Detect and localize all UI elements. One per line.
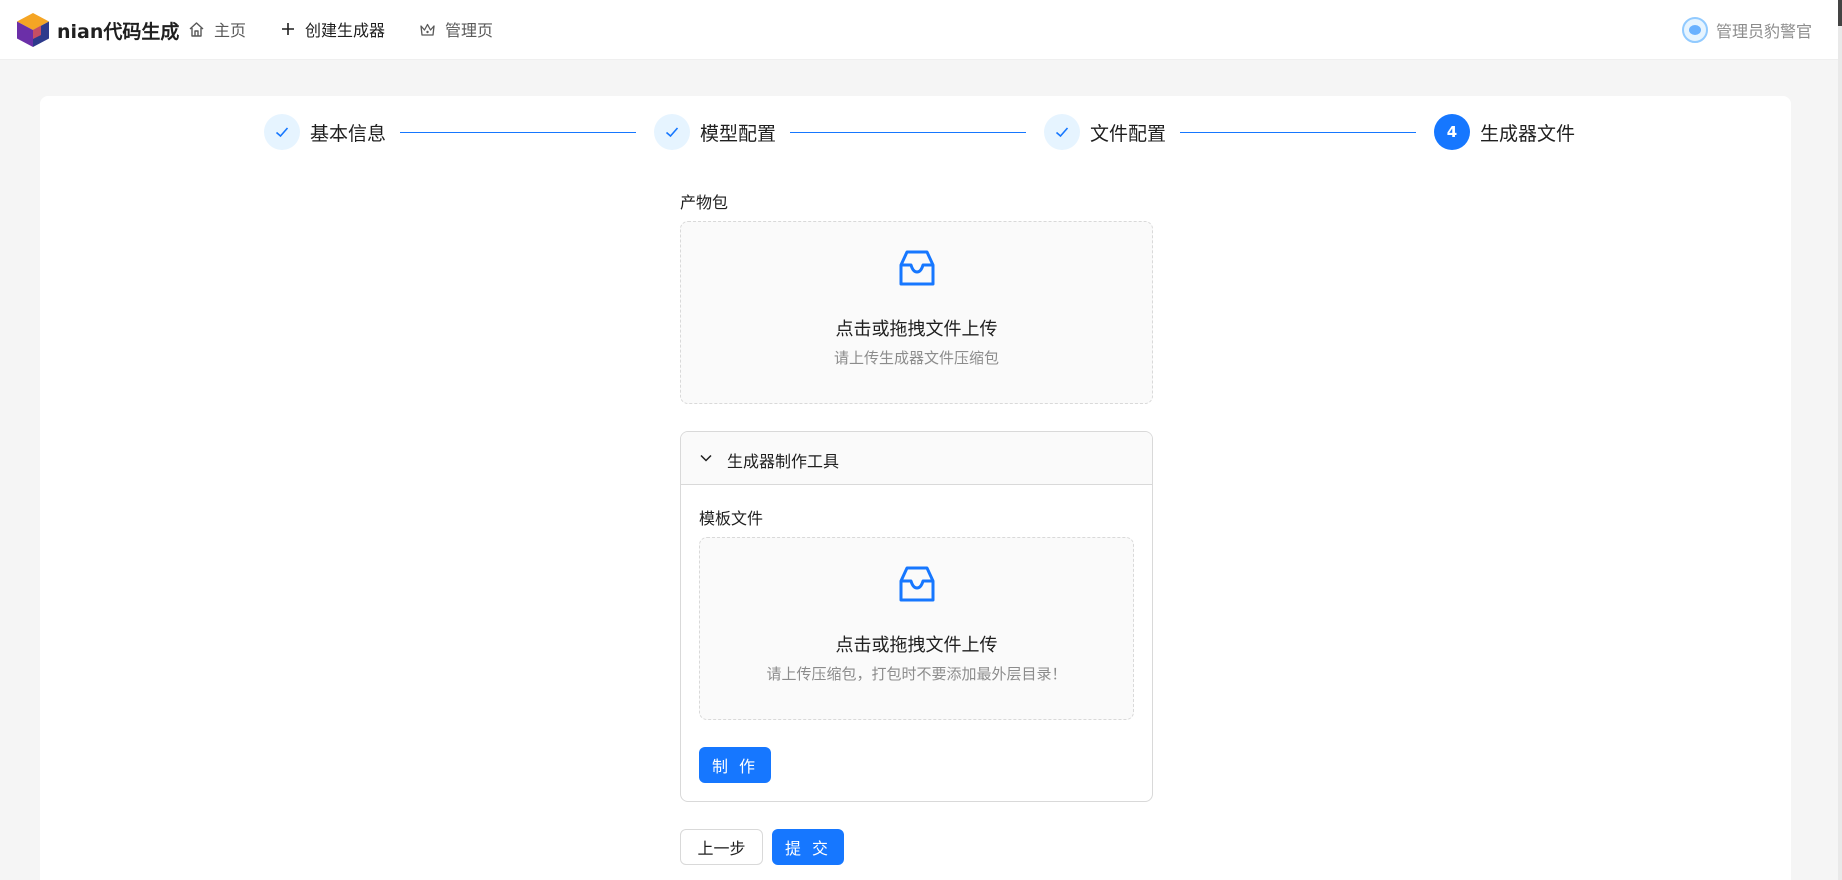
nav-admin[interactable]: 管理页 <box>419 17 493 41</box>
step-generator-file: 4 生成器文件 <box>1434 114 1575 150</box>
plus-icon <box>282 23 294 35</box>
collapse-title: 生成器制作工具 <box>727 452 840 471</box>
upload-text: 点击或拖拽文件上传 <box>835 319 998 340</box>
user-menu[interactable]: 管理员豹警官 <box>1681 17 1812 43</box>
scrollbar-thumb[interactable] <box>1838 0 1842 26</box>
nav-admin-label: 管理页 <box>445 21 494 40</box>
home-icon <box>189 21 204 37</box>
step-label: 文件配置 <box>1090 122 1167 145</box>
dist-label: 产物包 <box>680 193 729 212</box>
logo-icon[interactable] <box>16 12 50 48</box>
step-label: 生成器文件 <box>1480 122 1576 145</box>
step-file-config: 文件配置 <box>1044 114 1166 150</box>
brand-name[interactable]: nian代码生成 <box>57 17 179 44</box>
collapse-header[interactable]: 生成器制作工具 <box>681 432 1152 485</box>
template-upload-dragger[interactable]: 点击或拖拽文件上传 请上传压缩包，打包时不要添加最外层目录！ <box>699 537 1134 720</box>
crown-icon <box>420 23 435 36</box>
check-icon <box>1044 114 1080 150</box>
step-label: 基本信息 <box>310 122 387 145</box>
nav-create-label: 创建生成器 <box>305 21 386 40</box>
chevron-down-icon <box>700 454 712 462</box>
nav-home-label: 主页 <box>214 21 247 40</box>
upload-hint: 请上传生成器文件压缩包 <box>833 349 999 367</box>
step-model-config: 模型配置 <box>654 114 776 150</box>
make-button[interactable]: 制 作 <box>699 747 771 783</box>
step-connector <box>790 132 1026 133</box>
submit-button[interactable]: 提 交 <box>772 829 844 865</box>
check-icon <box>654 114 690 150</box>
scrollbar[interactable] <box>1838 0 1842 880</box>
step-connector <box>400 132 636 133</box>
template-label: 模板文件 <box>699 509 764 528</box>
inbox-icon <box>899 250 934 286</box>
user-name: 管理员豹警官 <box>1715 22 1812 41</box>
inbox-icon <box>899 566 934 602</box>
nav-home[interactable]: 主页 <box>188 17 246 41</box>
top-header: nian代码生成 主页 创建生成器 管理页 管理员豹警官 <box>0 0 1842 60</box>
prev-step-button[interactable]: 上一步 <box>680 829 763 865</box>
step-number: 4 <box>1434 114 1470 150</box>
upload-hint: 请上传压缩包，打包时不要添加最外层目录！ <box>766 665 1067 683</box>
step-label: 模型配置 <box>700 122 777 145</box>
dist-upload-dragger[interactable]: 点击或拖拽文件上传 请上传生成器文件压缩包 <box>680 221 1153 404</box>
nav-create[interactable]: 创建生成器 <box>280 17 385 41</box>
step-basic-info: 基本信息 <box>264 114 386 150</box>
upload-text: 点击或拖拽文件上传 <box>835 635 998 656</box>
check-icon <box>264 114 300 150</box>
avatar <box>1681 17 1708 43</box>
step-connector <box>1180 132 1416 133</box>
